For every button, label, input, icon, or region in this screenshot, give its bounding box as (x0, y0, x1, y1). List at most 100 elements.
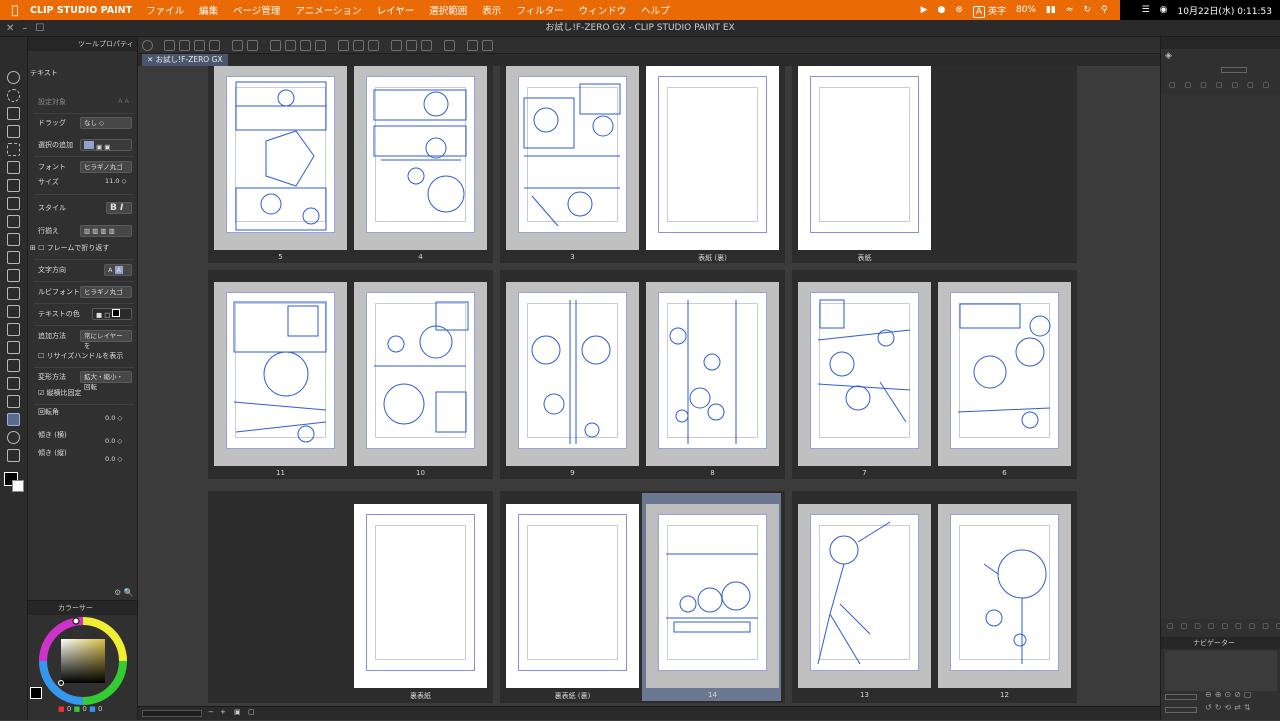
sub-color-swatch[interactable] (12, 480, 24, 492)
snap-special-icon[interactable] (421, 40, 432, 51)
clear-outside-icon[interactable] (285, 40, 296, 51)
menu-window[interactable]: ウィンドウ (579, 3, 627, 17)
page-thumbnail[interactable]: 6 (938, 282, 1071, 477)
menu-page-management[interactable]: ページ管理 (233, 3, 280, 17)
wrap-frame-checkbox[interactable]: ⊞ ☐ フレームで折り返す (30, 240, 109, 256)
rotate-tool-icon[interactable] (7, 89, 20, 102)
fill-icon[interactable] (300, 40, 311, 51)
menu-file[interactable]: ファイル (146, 3, 184, 17)
undo-icon[interactable] (232, 40, 243, 51)
wifi-icon[interactable]: ≈ (1066, 5, 1074, 15)
blend-tool-icon[interactable] (7, 287, 20, 300)
navigator-preview[interactable] (1165, 651, 1277, 691)
transform-method-dropdown[interactable]: 拡大・縮小・回転 (80, 371, 132, 391)
battery-icon[interactable]: ▮▮ (1046, 5, 1056, 15)
airbrush-tool-icon[interactable] (7, 251, 20, 264)
open-icon[interactable] (179, 40, 190, 51)
menu-animation[interactable]: アニメーション (295, 3, 361, 17)
time-machine-icon[interactable]: ↻ (1083, 5, 1091, 15)
document-tab[interactable]: ✕ お試し!F-ZERO GX (142, 54, 228, 66)
zoom-in-icon[interactable]: + (220, 708, 226, 716)
navigator-rotate-buttons[interactable]: ↺↻⟲⇄⇅ (1205, 703, 1254, 712)
play-icon[interactable]: ▶ (921, 5, 928, 15)
redo-icon[interactable] (247, 40, 258, 51)
actual-size-icon[interactable]: ▢ (248, 708, 255, 716)
page-thumbnail[interactable]: 13 (798, 504, 931, 699)
menu-view[interactable]: 表示 (482, 3, 501, 17)
move-tool-icon[interactable] (7, 107, 20, 120)
clip-studio-icon[interactable] (142, 40, 153, 51)
menu-filter[interactable]: フィルター (516, 3, 563, 17)
brush-tool-icon[interactable] (7, 233, 20, 246)
eraser-tool-icon[interactable] (7, 269, 20, 282)
siri-icon[interactable]: ◉ (1160, 5, 1168, 15)
navigator-zoom-slider[interactable] (1165, 694, 1197, 700)
snap-ruler-icon[interactable] (391, 40, 402, 51)
layer-toolbar[interactable]: ▢▢▢▢▢▢▢ (1169, 81, 1277, 91)
page-thumbnail[interactable]: 表紙 (798, 66, 931, 262)
layer-panel-icon[interactable]: ◈ (1165, 51, 1172, 61)
align-buttons[interactable]: ▥ ▥ ▥ ▥ (80, 225, 132, 237)
auto-select-tool-icon[interactable] (7, 161, 20, 174)
page-thumbnail[interactable]: 5 (214, 66, 347, 261)
transform-icon[interactable] (315, 40, 326, 51)
zoom-slider[interactable] (142, 710, 202, 717)
page-thumbnail[interactable]: 裏表紙 (裏) (506, 504, 639, 700)
ruler-tool-icon[interactable] (7, 395, 20, 408)
decoration-tool-icon[interactable] (7, 305, 20, 318)
fill-tool-icon[interactable] (7, 323, 20, 336)
fit-icon[interactable]: ▣ (234, 708, 241, 716)
navigator-rotate-slider[interactable] (1165, 707, 1197, 713)
add-method-dropdown[interactable]: 常にレイヤーを (80, 330, 132, 350)
spotlight-icon[interactable]: ⚲ (1101, 5, 1108, 15)
new-icon[interactable] (164, 40, 175, 51)
zoom-out-icon[interactable]: − (208, 708, 214, 716)
text-direction-buttons[interactable]: A A (104, 264, 132, 276)
battery-text[interactable]: 80% (1016, 5, 1036, 15)
layer-list-area[interactable] (1161, 94, 1280, 619)
page-thumbnail[interactable]: 8 (646, 282, 779, 477)
layer-bottom-toolbar[interactable]: ▢▢▢▢▢▢▢▢▢ (1167, 622, 1280, 632)
pen-tool-icon[interactable] (7, 197, 20, 210)
panel-settings-icon[interactable]: ⚙ 🔍 (114, 588, 134, 597)
navigator-buttons[interactable]: ⊖⊕⊙⊘▢ (1205, 690, 1254, 699)
clock[interactable]: 10月22日(水) 0:11:53 (1178, 4, 1272, 17)
window-controls[interactable]: ✕–☐ (6, 20, 52, 37)
resize-handle-checkbox[interactable]: ☐ リサイズハンドルを表示 (38, 348, 123, 364)
page-thumbnail[interactable]: 9 (506, 282, 639, 477)
gradient-tool-icon[interactable] (7, 341, 20, 354)
page-thumbnail[interactable]: 10 (354, 282, 487, 477)
selection-tool-icon[interactable] (7, 143, 20, 156)
page-thumbnail[interactable]: 7 (798, 282, 931, 477)
page-thumbnail[interactable]: 3 (506, 66, 639, 261)
user-icon[interactable]: ● (938, 5, 946, 15)
clear-icon[interactable] (270, 40, 281, 51)
menu-help[interactable]: ヘルプ (641, 3, 670, 17)
zoom-tool-icon[interactable] (7, 71, 20, 84)
page-thumbnail-selected[interactable]: 14 (646, 504, 779, 699)
font-dropdown[interactable]: ヒラギノ丸ゴ (80, 161, 132, 173)
skew-v-value[interactable]: 0.0 ◇ (102, 454, 132, 466)
assets-icon[interactable] (444, 40, 455, 51)
page-thumbnail[interactable]: 12 (938, 504, 1071, 699)
add-selection-buttons[interactable]: ▣ ▣ (80, 139, 132, 151)
export-icon[interactable] (209, 40, 220, 51)
page-thumbnail[interactable]: 4 (354, 66, 487, 261)
figure-tool-icon[interactable] (7, 359, 20, 372)
eyedropper-tool-icon[interactable] (7, 179, 20, 192)
color-main-swatch[interactable] (30, 687, 42, 699)
ruby-font-dropdown[interactable]: ヒラギノ丸ゴ (80, 286, 132, 298)
drag-dropdown[interactable]: なし ◇ (80, 117, 132, 129)
deselect-icon[interactable] (338, 40, 349, 51)
correct-line-tool-icon[interactable] (7, 449, 20, 462)
control-center-icon[interactable]: ☰ (1142, 5, 1150, 15)
balloon-tool-icon[interactable] (7, 431, 20, 444)
text-tool-icon[interactable] (7, 413, 20, 426)
keep-ratio-checkbox[interactable]: ☑ 縦横比固定 (38, 385, 82, 401)
app-menu[interactable]: CLIP STUDIO PAINT (30, 5, 132, 16)
smartphone-icon[interactable] (467, 40, 478, 51)
settings-icon[interactable] (482, 40, 493, 51)
apple-icon[interactable]:  (0, 3, 30, 17)
input-source[interactable]: A 英字 (972, 4, 1006, 18)
menu-layer[interactable]: レイヤー (377, 3, 415, 17)
